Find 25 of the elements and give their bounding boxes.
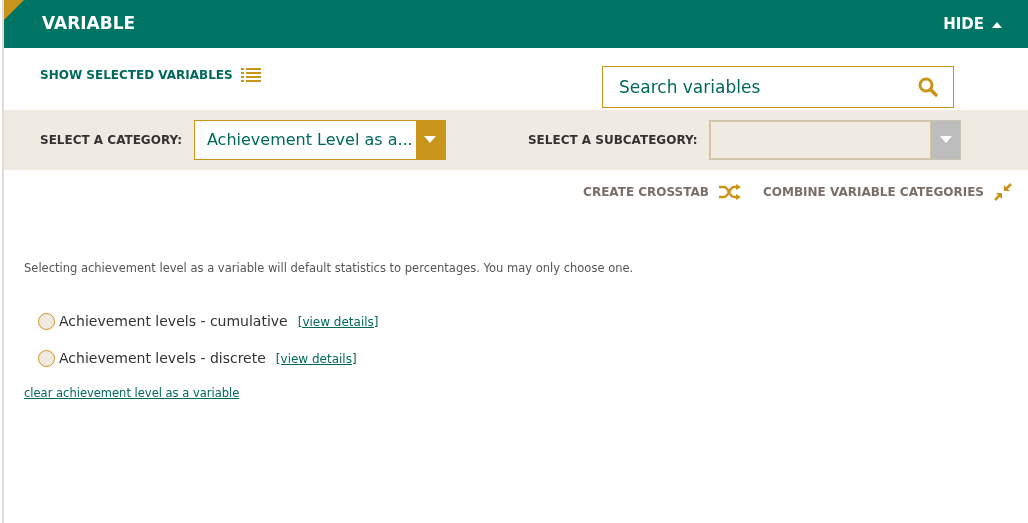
category-label: SELECT A CATEGORY:	[40, 132, 182, 149]
view-details-link[interactable]: [view details]	[297, 312, 379, 331]
search-field[interactable]: Search variables	[602, 66, 954, 108]
create-crosstab-button[interactable]: CREATE CROSSTAB	[583, 183, 741, 201]
category-dropdown[interactable]: Achievement Level as a...	[193, 120, 446, 160]
clear-link[interactable]: clear achievement level as a variable	[24, 385, 240, 403]
instruction-text: Selecting achievement level as a variable will default statistics to percentages. You may only choose one.	[23, 260, 635, 277]
view-details-link[interactable]: [view details]	[275, 349, 357, 368]
option-label: Achievement levels - discrete	[59, 349, 266, 369]
caret-down-icon	[939, 136, 952, 144]
caret-up-icon	[992, 20, 1002, 28]
arrows-inward-icon	[994, 183, 1012, 201]
list-icon	[240, 67, 261, 83]
option-label: Achievement levels - cumulative	[59, 312, 288, 332]
panel-title: VARIABLE	[42, 12, 136, 36]
corner-fold-icon	[4, 0, 24, 20]
hide-button[interactable]: HIDE	[943, 12, 1002, 36]
radio-button[interactable]	[38, 313, 55, 331]
subcategory-label: SELECT A SUBCATEGORY:	[527, 132, 698, 149]
radio-button[interactable]	[38, 350, 55, 368]
caret-down-icon	[424, 136, 437, 144]
show-selected-button[interactable]: SHOW SELECTED VARIABLES	[40, 66, 261, 84]
shuffle-icon	[718, 184, 741, 200]
search-icon[interactable]	[918, 77, 938, 97]
combine-categories-button[interactable]: COMBINE VARIABLE CATEGORIES	[762, 183, 1012, 201]
